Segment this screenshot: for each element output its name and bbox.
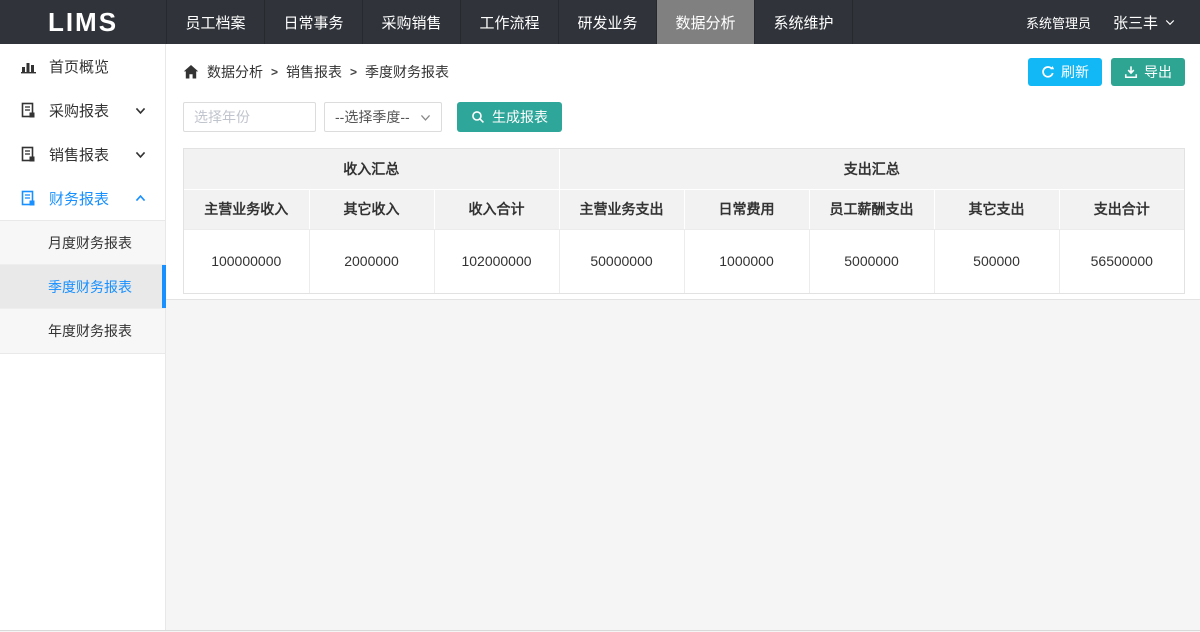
panel-actions: 刷新 导出 xyxy=(1028,58,1185,86)
column-group-expense: 支出汇总 xyxy=(559,149,1184,189)
filter-bar: --选择季度-- 生成报表 xyxy=(183,102,1185,132)
table-cell: 50000000 xyxy=(559,229,684,293)
table-row: 100000000 2000000 102000000 50000000 100… xyxy=(184,229,1184,293)
nav-tab-purchase-sales[interactable]: 采购销售 xyxy=(363,0,461,44)
table-cell: 500000 xyxy=(934,229,1059,293)
file-icon xyxy=(20,190,37,207)
sidebar-item-label: 财务报表 xyxy=(49,188,122,209)
chevron-up-icon xyxy=(134,192,147,205)
file-icon xyxy=(20,102,37,119)
sidebar-subitem-yearly-finance[interactable]: 年度财务报表 xyxy=(0,309,165,353)
sidebar: 首页概览 采购报表 销售报表 财务报表 月度财务报表 季度财务报表 年度财务报表 xyxy=(0,44,166,630)
nav-tab-data-analysis[interactable]: 数据分析 xyxy=(657,0,755,44)
top-navigation-bar: LIMS 员工档案 日常事务 采购销售 工作流程 研发业务 数据分析 系统维护 … xyxy=(0,0,1200,44)
breadcrumb-item[interactable]: 数据分析 xyxy=(207,62,263,82)
chevron-down-icon xyxy=(134,148,147,161)
sidebar-item-purchase-reports[interactable]: 采购报表 xyxy=(0,88,165,132)
nav-tab-workflow[interactable]: 工作流程 xyxy=(461,0,559,44)
search-icon xyxy=(471,110,485,124)
nav-tabs: 员工档案 日常事务 采购销售 工作流程 研发业务 数据分析 系统维护 xyxy=(166,0,853,44)
table-group-header-row: 收入汇总 支出汇总 xyxy=(184,149,1184,189)
finance-summary-table: 收入汇总 支出汇总 主营业务收入 其它收入 收入合计 主营业务支出 日常费用 员… xyxy=(183,148,1185,294)
download-icon xyxy=(1124,65,1138,79)
breadcrumb-separator: > xyxy=(271,65,278,79)
column-header: 其它收入 xyxy=(309,189,434,229)
sidebar-item-sales-reports[interactable]: 销售报表 xyxy=(0,132,165,176)
chevron-down-icon xyxy=(419,111,432,124)
refresh-button[interactable]: 刷新 xyxy=(1028,58,1102,86)
column-header: 员工薪酬支出 xyxy=(809,189,934,229)
table-cell: 2000000 xyxy=(309,229,434,293)
sidebar-item-label: 首页概览 xyxy=(49,56,147,77)
table-cell: 102000000 xyxy=(434,229,559,293)
breadcrumb-item[interactable]: 季度财务报表 xyxy=(365,62,449,82)
nav-tab-system-maintenance[interactable]: 系统维护 xyxy=(755,0,853,44)
column-header: 其它支出 xyxy=(934,189,1059,229)
nav-tab-employee-files[interactable]: 员工档案 xyxy=(167,0,265,44)
chevron-down-icon xyxy=(1164,16,1176,28)
table-cell: 5000000 xyxy=(809,229,934,293)
generate-report-button[interactable]: 生成报表 xyxy=(457,102,562,132)
sidebar-item-label: 采购报表 xyxy=(49,100,122,121)
sidebar-item-home-overview[interactable]: 首页概览 xyxy=(0,44,165,88)
column-header: 日常费用 xyxy=(684,189,809,229)
app-logo: LIMS xyxy=(0,0,166,44)
content-panel: 数据分析 > 销售报表 > 季度财务报表 刷新 导出 xyxy=(166,44,1200,300)
nav-tab-rd-business[interactable]: 研发业务 xyxy=(559,0,657,44)
bar-chart-icon xyxy=(20,58,37,75)
column-group-income: 收入汇总 xyxy=(184,149,559,189)
column-header: 支出合计 xyxy=(1059,189,1184,229)
user-area: 系统管理员 张三丰 xyxy=(1026,0,1200,44)
sidebar-item-finance-reports[interactable]: 财务报表 xyxy=(0,176,165,220)
breadcrumb-separator: > xyxy=(350,65,357,79)
user-menu[interactable]: 张三丰 xyxy=(1113,12,1176,33)
breadcrumb-item[interactable]: 销售报表 xyxy=(286,62,342,82)
refresh-icon xyxy=(1041,65,1055,79)
column-header: 收入合计 xyxy=(434,189,559,229)
main-content: 数据分析 > 销售报表 > 季度财务报表 刷新 导出 xyxy=(166,44,1200,630)
user-role-label: 系统管理员 xyxy=(1026,13,1091,32)
finance-reports-submenu: 月度财务报表 季度财务报表 年度财务报表 xyxy=(0,220,165,354)
home-icon xyxy=(183,64,199,80)
chevron-down-icon xyxy=(134,104,147,117)
column-header: 主营业务支出 xyxy=(559,189,684,229)
file-icon xyxy=(20,146,37,163)
breadcrumb: 数据分析 > 销售报表 > 季度财务报表 xyxy=(183,62,449,82)
table-cell: 100000000 xyxy=(184,229,309,293)
sidebar-subitem-monthly-finance[interactable]: 月度财务报表 xyxy=(0,221,165,265)
year-input[interactable] xyxy=(183,102,316,132)
nav-tab-daily-affairs[interactable]: 日常事务 xyxy=(265,0,363,44)
table-cell: 56500000 xyxy=(1059,229,1184,293)
export-button[interactable]: 导出 xyxy=(1111,58,1185,86)
user-name: 张三丰 xyxy=(1113,12,1158,33)
sidebar-subitem-quarterly-finance[interactable]: 季度财务报表 xyxy=(0,265,165,309)
table-cell: 1000000 xyxy=(684,229,809,293)
table-header-row: 主营业务收入 其它收入 收入合计 主营业务支出 日常费用 员工薪酬支出 其它支出… xyxy=(184,189,1184,229)
quarter-select-value: --选择季度-- xyxy=(335,107,410,127)
column-header: 主营业务收入 xyxy=(184,189,309,229)
quarter-select[interactable]: --选择季度-- xyxy=(324,102,442,132)
sidebar-item-label: 销售报表 xyxy=(49,144,122,165)
